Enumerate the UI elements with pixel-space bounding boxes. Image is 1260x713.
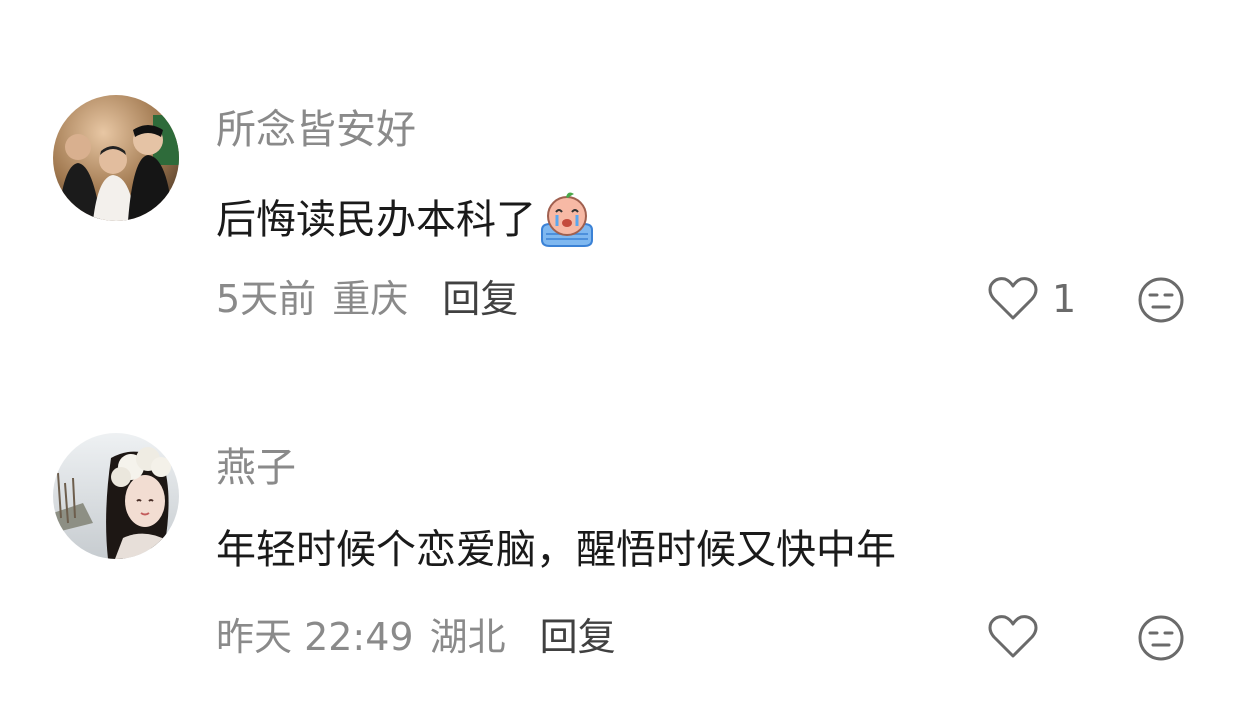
like-button[interactable] — [988, 614, 1052, 660]
comment-text-content: 年轻时候个恋爱脑，醒悟时候又快中年 — [216, 527, 896, 573]
neutral-face-icon — [1138, 277, 1184, 323]
comment-text: 年轻时候个恋爱脑，醒悟时候又快中年 — [216, 530, 896, 570]
avatar[interactable] — [53, 433, 179, 559]
comment-location: 湖北 — [429, 615, 506, 659]
heart-outline-icon — [988, 277, 1038, 320]
heart-outline-icon — [988, 615, 1038, 658]
comment-username[interactable]: 所念皆安好 — [216, 110, 416, 150]
comment-time: 5天前 — [216, 277, 317, 321]
comment-text: 后悔读民办本科了 — [216, 192, 596, 248]
comment-time: 昨天 22:49 — [216, 615, 414, 659]
avatar-image — [53, 433, 179, 559]
crying-emoji-icon — [541, 192, 593, 247]
reply-button[interactable]: 回复 — [442, 280, 518, 318]
like-button[interactable]: 1 — [988, 276, 1076, 322]
avatar-image — [53, 95, 179, 221]
comment-meta: 5天前 重庆 回复 — [216, 280, 518, 318]
comment-location: 重庆 — [332, 277, 409, 321]
dislike-button[interactable] — [1137, 614, 1185, 662]
comment-username[interactable]: 燕子 — [216, 448, 296, 488]
reply-button[interactable]: 回复 — [540, 618, 616, 656]
neutral-face-icon — [1138, 615, 1184, 661]
comment-meta: 昨天 22:49 湖北 回复 — [216, 618, 616, 656]
comment-text-content: 后悔读民办本科了 — [216, 197, 536, 243]
dislike-button[interactable] — [1137, 276, 1185, 324]
like-count: 1 — [1052, 277, 1077, 321]
avatar[interactable] — [53, 95, 179, 221]
